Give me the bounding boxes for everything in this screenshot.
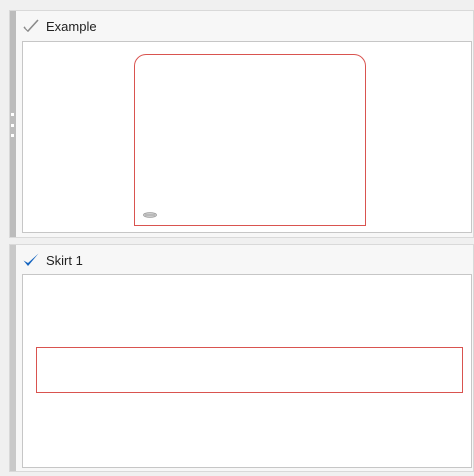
grip-dots-icon bbox=[11, 113, 14, 137]
panel-example: Example bbox=[9, 10, 474, 238]
skirt-outline-shape[interactable] bbox=[36, 347, 463, 393]
check-outline-icon[interactable] bbox=[22, 18, 40, 34]
check-blue-icon[interactable] bbox=[22, 252, 40, 268]
panel-title: Example bbox=[46, 18, 97, 34]
card-outline-shape[interactable] bbox=[134, 54, 366, 226]
preview-canvas[interactable] bbox=[22, 274, 472, 468]
panel-header[interactable]: Skirt 1 bbox=[22, 251, 83, 269]
tag-marker-icon bbox=[143, 205, 157, 218]
panel-skirt: Skirt 1 bbox=[9, 244, 474, 472]
panel-header[interactable]: Example bbox=[22, 17, 97, 35]
preview-canvas[interactable] bbox=[22, 41, 472, 233]
panel-resize-handle[interactable] bbox=[10, 245, 16, 471]
panel-title: Skirt 1 bbox=[46, 252, 83, 268]
panel-resize-handle[interactable] bbox=[10, 11, 16, 237]
